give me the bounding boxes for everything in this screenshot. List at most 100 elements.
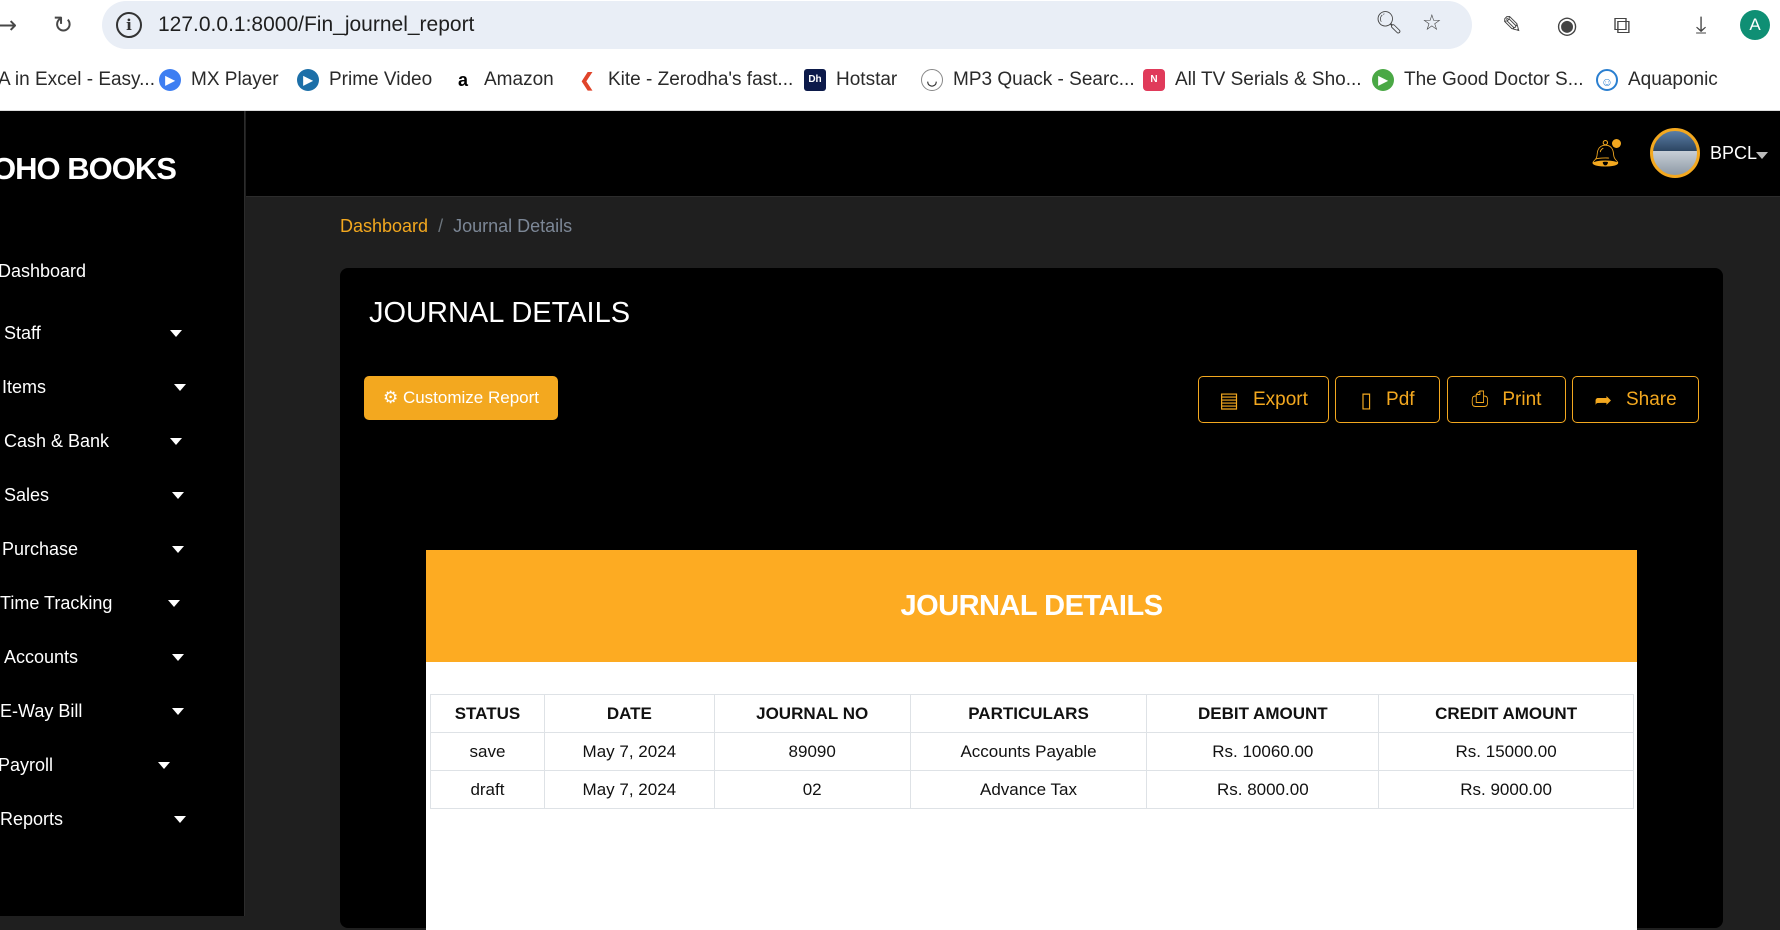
breadcrumb-current: Journal Details — [453, 216, 573, 236]
caret-down-icon — [158, 762, 170, 769]
customize-report-label: Customize Report — [402, 388, 540, 407]
sidebar-item-label: Staff — [4, 323, 41, 343]
column-header: JOURNAL NO — [713, 694, 911, 733]
user-avatar[interactable] — [1650, 128, 1700, 178]
pdf-button[interactable]: ▯ Pdf — [1335, 376, 1440, 423]
url-text[interactable]: 127.0.0.1:8000/Fin_journel_report — [158, 13, 474, 37]
sidebar-item-cash-bank[interactable]: Cash & Bank — [4, 421, 204, 461]
caret-down-icon — [174, 816, 186, 823]
sidebar-item-label: Accounts — [4, 647, 79, 667]
bookmark-item[interactable]: ❮ Kite - Zerodha's fast... — [576, 66, 793, 94]
bookmark-item[interactable]: N All TV Serials & Sho... — [1143, 66, 1362, 94]
sidebar-item-reports[interactable]: Reports — [0, 799, 200, 839]
table-cell: 02 — [713, 770, 911, 809]
address-bar[interactable]: i 127.0.0.1:8000/Fin_journel_report 🔍︎ ☆ — [102, 1, 1472, 49]
sidebar-item-label: E-Way Bill — [0, 701, 83, 721]
table-cell: Rs. 10060.00 — [1146, 732, 1380, 771]
sidebar-item-sales[interactable]: Sales — [4, 475, 204, 515]
share-button[interactable]: ➦ Share — [1572, 376, 1699, 423]
zoom-icon[interactable]: 🔍︎ — [1375, 11, 1403, 36]
sidebar-item-label: Purchase — [2, 539, 79, 559]
report-title: JOURNAL DETAILS — [900, 590, 1163, 622]
caret-down-icon — [174, 384, 186, 391]
printer-icon: ⎙ — [1471, 387, 1489, 411]
sidebar-item-staff[interactable]: Staff — [4, 313, 204, 353]
table-cell: Rs. 8000.00 — [1146, 770, 1380, 809]
column-header: DEBIT AMOUNT — [1146, 694, 1380, 733]
table-cell: draft — [430, 770, 545, 809]
reload-icon[interactable]: ↻ — [50, 12, 76, 38]
table-cell: Advance Tax — [909, 770, 1148, 809]
caret-down-icon — [170, 330, 182, 337]
caret-down-icon — [168, 600, 180, 607]
profile-avatar[interactable]: A — [1740, 10, 1770, 40]
sidebar-item-label: Payroll — [0, 755, 54, 775]
table-cell: May 7, 2024 — [543, 732, 715, 771]
breadcrumb-separator: / — [438, 216, 444, 236]
tv-serials-icon: N — [1143, 69, 1165, 91]
brand-logo-text[interactable]: OHO BOOKS — [0, 151, 177, 187]
eyedropper-extension-icon[interactable]: ✎ — [1497, 10, 1527, 40]
sidebar-item-eway-bill[interactable]: E-Way Bill — [0, 691, 200, 731]
color-extension-icon[interactable]: ◉ — [1552, 10, 1582, 40]
table-cell: 89090 — [713, 732, 911, 771]
extensions-puzzle-icon[interactable]: ⧉ — [1607, 10, 1637, 40]
bookmark-item[interactable]: ▶ MX Player — [159, 66, 279, 94]
share-label: Share — [1625, 388, 1677, 410]
column-header: STATUS — [430, 694, 545, 733]
journal-details-card: JOURNAL DETAILS ⚙ Customize Report ▤ Expo… — [340, 268, 1723, 930]
user-menu-caret-icon[interactable] — [1756, 152, 1768, 159]
caret-down-icon — [172, 492, 184, 499]
sidebar-item-items[interactable]: Items — [2, 367, 202, 407]
bookmark-item[interactable]: ▶ The Good Doctor S... — [1372, 66, 1584, 94]
sidebar-item-label: Dashboard — [0, 261, 87, 281]
bookmark-item[interactable]: ◡ MP3 Quack - Searc... — [921, 66, 1135, 94]
sidebar-item-dashboard[interactable]: Dashboard — [0, 251, 198, 291]
sidebar-item-accounts[interactable]: Accounts — [4, 637, 204, 677]
bookmark-item[interactable]: Dh Hotstar — [804, 66, 897, 94]
sidebar-item-payroll[interactable]: Payroll — [0, 745, 198, 785]
bookmark-item[interactable]: a Amazon — [452, 66, 554, 94]
column-header: DATE — [543, 694, 715, 733]
user-name[interactable]: BPCL — [1710, 143, 1757, 164]
page-title: JOURNAL DETAILS — [369, 297, 631, 329]
sidebar-item-label: Sales — [4, 485, 50, 505]
export-label: Export — [1252, 388, 1308, 410]
forward-icon[interactable]: → — [0, 12, 20, 38]
caret-down-icon — [172, 654, 184, 661]
customize-report-button[interactable]: ⚙ Customize Report — [364, 376, 558, 420]
browser-chrome: → ↻ i 127.0.0.1:8000/Fin_journel_report … — [0, 0, 1780, 111]
gear-icon: ⚙ — [382, 388, 399, 408]
print-button[interactable]: ⎙ Print — [1447, 376, 1566, 423]
good-doctor-icon: ▶ — [1372, 69, 1394, 91]
export-button[interactable]: ▤ Export — [1198, 376, 1329, 423]
excel-file-icon: ▤ — [1219, 387, 1239, 412]
pdf-label: Pdf — [1386, 388, 1415, 410]
bookmark-star-icon[interactable]: ☆ — [1422, 11, 1442, 36]
sidebar: OHO BOOKS Dashboard Staff Items Cash & B… — [0, 111, 245, 916]
caret-down-icon — [172, 546, 184, 553]
journal-table: STATUS DATE JOURNAL NO PARTICULARS DEBIT… — [430, 694, 1634, 809]
table-cell: Rs. 9000.00 — [1378, 770, 1634, 809]
sidebar-item-time-tracking[interactable]: Time Tracking — [0, 583, 200, 623]
table-row: save May 7, 2024 89090 Accounts Payable … — [430, 732, 1634, 771]
download-icon[interactable]: ⤓ — [1686, 10, 1716, 40]
sidebar-item-label: Items — [2, 377, 47, 397]
print-label: Print — [1502, 388, 1542, 410]
site-info-icon[interactable]: i — [116, 12, 142, 38]
caret-down-icon — [170, 438, 182, 445]
caret-down-icon — [172, 708, 184, 715]
table-header-row: STATUS DATE JOURNAL NO PARTICULARS DEBIT… — [430, 694, 1634, 733]
mx-player-icon: ▶ — [159, 69, 181, 91]
breadcrumb: Dashboard / Journal Details — [340, 216, 572, 237]
sidebar-item-purchase[interactable]: Purchase — [2, 529, 202, 569]
table-cell: Rs. 15000.00 — [1378, 732, 1634, 771]
kite-icon: ❮ — [576, 69, 598, 91]
bookmarks-bar: A in Excel - Easy... ▶ MX Player ▶ Prime V… — [0, 64, 1780, 96]
table-cell: Accounts Payable — [909, 732, 1148, 771]
bookmark-item[interactable]: ▶ Prime Video — [297, 66, 432, 94]
bookmark-item[interactable]: A in Excel - Easy... — [0, 66, 155, 94]
hotstar-icon: Dh — [804, 69, 826, 91]
bookmark-item[interactable]: ☺ Aquaponic — [1596, 66, 1718, 94]
breadcrumb-dashboard-link[interactable]: Dashboard — [340, 216, 428, 236]
